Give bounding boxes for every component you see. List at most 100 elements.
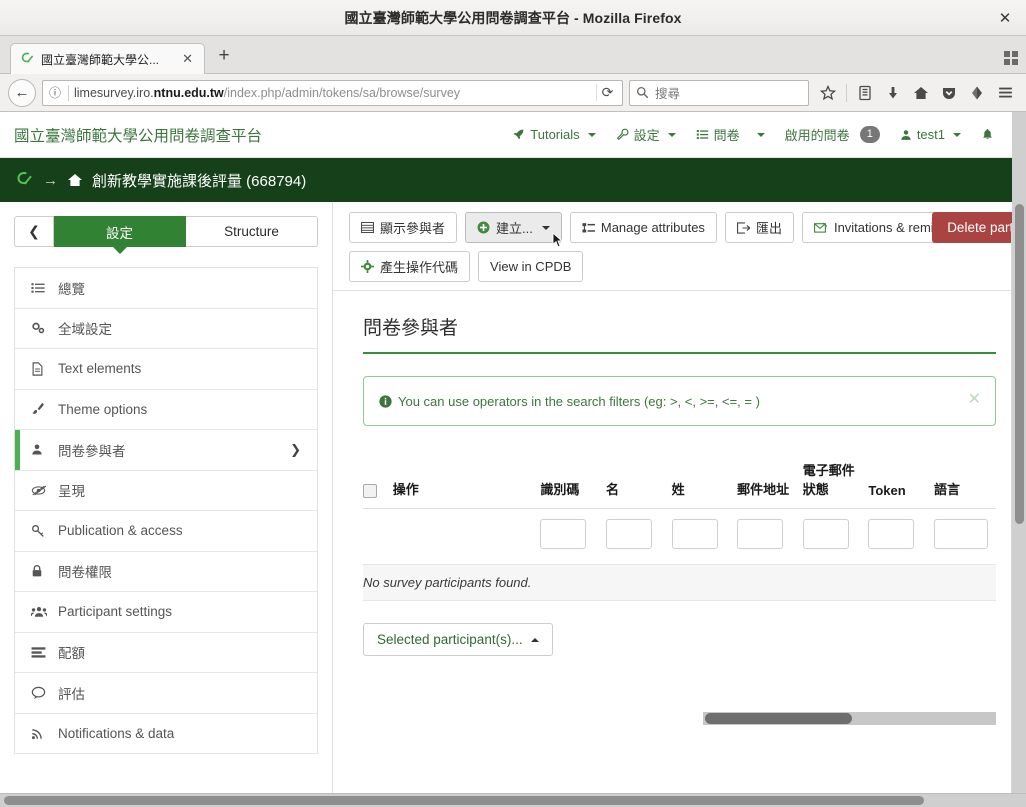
nav-item-tutorials[interactable]: Tutorials [512,127,596,142]
url-path: /index.php/admin/tokens/sa/browse/survey [223,85,461,100]
tab-list-icon[interactable] [1004,51,1018,65]
table-empty-row: No survey participants found. [363,564,996,601]
select-all-header [363,460,393,509]
column-header-email-status[interactable]: 電子郵件狀態 [802,460,869,509]
list-icon [31,281,48,295]
home-icon[interactable] [908,80,934,106]
sidebar-item-label: 全域設定 [58,322,112,338]
column-header-lastname[interactable]: 姓 [671,460,738,509]
firefox-window: 國立臺灣師範大學公用問卷調查平台 - Mozilla Firefox ✕ 國立臺… [0,0,1026,807]
tab-settings[interactable]: 設定 [54,216,186,247]
app-brand[interactable]: 國立臺灣師範大學公用問卷調查平台 [14,124,262,146]
limesurvey-logo-icon [14,170,34,190]
filter-input-lastname[interactable] [671,519,718,549]
info-icon [379,394,392,408]
table-horizontal-scrollbar[interactable] [703,712,996,725]
sidebar-item-presentation[interactable]: 呈現 [15,470,317,511]
column-header-firstname[interactable]: 名 [605,460,672,509]
chevron-down-icon [541,225,550,230]
selected-participants-button[interactable]: Selected participant(s)... [363,623,553,656]
close-icon[interactable]: ✕ [968,389,981,409]
window-close-button[interactable]: ✕ [994,7,1016,29]
sidebar-item-overview[interactable]: 總覽 [15,268,317,309]
column-header-token[interactable]: Token [868,460,934,509]
select-all-checkbox[interactable] [363,484,377,498]
sidebar-item-participant-settings[interactable]: Participant settings [15,592,317,633]
view-in-cpdb-button[interactable]: View in CPDB [478,251,584,282]
sidebar-collapse-button[interactable]: ❮ [14,216,54,247]
url-text: limesurvey.iro.ntnu.edu.tw/index.php/adm… [74,86,589,100]
reload-icon[interactable]: ⟳ [596,84,618,101]
sync-icon[interactable] [964,80,990,106]
star-icon[interactable] [815,80,841,106]
filter-input-firstname[interactable] [605,519,652,549]
new-tab-button[interactable]: + [209,41,239,71]
filter-cell-token [868,509,934,565]
empty-message: No survey participants found. [363,564,996,601]
pocket-icon[interactable] [936,80,962,106]
app-main-nav: Tutorials 設定 問卷 啟用的問卷 1 test1 [512,125,1012,144]
generate-tokens-button[interactable]: 產生操作代碼 [349,251,471,282]
gears-icon [31,321,48,335]
arrow-right-icon: → [43,171,58,189]
nav-item-surveys[interactable]: 問卷 [696,125,765,144]
bars-icon [31,646,48,659]
sidebar-item-survey-permissions[interactable]: 問卷權限 [15,551,317,592]
url-prefix: limesurvey.iro. [74,85,154,100]
manage-attributes-button[interactable]: Manage attributes [569,212,717,243]
filter-input-email[interactable] [737,519,784,549]
sidebar-item-label: Text elements [58,361,142,377]
column-header-actions[interactable]: 操作 [392,460,541,509]
filter-input-language[interactable] [933,519,988,549]
sidebar-item-survey-participants[interactable]: 問卷參與者 ❯ [15,430,317,471]
users-icon [31,605,48,618]
column-header-email[interactable]: 郵件地址 [737,460,803,509]
browser-search-bar[interactable]: 搜尋 [629,79,809,106]
nav-item-label: 問卷 [713,128,740,143]
nav-item-notifications[interactable] [981,128,994,141]
button-label: Manage attributes [600,220,705,235]
window-horizontal-scrollbar[interactable] [0,793,1026,807]
vertical-scrollbar-thumb[interactable] [1014,204,1024,524]
page-vertical-scrollbar[interactable] [1012,112,1026,793]
browser-tab[interactable]: 國立臺灣師範大學公... ✕ [10,43,205,74]
nav-item-active-surveys[interactable]: 啟用的問卷 1 [785,125,880,144]
column-header-language[interactable]: 語言 [933,460,996,509]
filter-input-email-status[interactable] [802,519,849,549]
filter-cell-firstname [605,509,672,565]
window-scrollbar-thumb[interactable] [4,796,924,805]
sidebar-item-text-elements[interactable]: Text elements [15,349,317,390]
column-header-id[interactable]: 識別碼 [540,460,606,509]
show-participants-button[interactable]: 顯示參與者 [349,212,458,243]
home-icon[interactable] [67,172,83,188]
button-label: 匯出 [755,221,782,236]
nav-item-user[interactable]: test1 [900,127,961,142]
nav-item-settings[interactable]: 設定 [616,125,676,144]
back-button[interactable]: ← [8,78,36,107]
sidebar-item-publication-access[interactable]: Publication & access [15,511,317,552]
sidebar-item-assessments[interactable]: 評估 [15,673,317,714]
create-button[interactable]: 建立... [465,212,564,248]
sidebar-item-quotas[interactable]: 配額 [15,632,317,673]
menu-icon[interactable] [992,80,1018,106]
scrollbar-thumb[interactable] [705,713,852,724]
export-button[interactable]: 匯出 [724,212,794,243]
filter-input-id[interactable] [540,519,587,549]
filter-cell-empty [363,509,393,565]
site-info-icon[interactable]: ⓘ [47,84,63,101]
library-icon[interactable] [852,80,878,106]
sidebar-item-notifications-data[interactable]: Notifications & data [15,713,317,754]
tab-close-icon[interactable]: ✕ [179,51,196,67]
rocket-icon [512,128,525,141]
tab-title: 國立臺灣師範大學公... [41,52,160,67]
key-icon [31,524,48,538]
app-body: ❮ 設定 Structure 總覽 全域設定 Text elements The… [0,202,1026,793]
sidebar-item-theme-options[interactable]: Theme options [15,389,317,430]
participants-toolbar: 顯示參與者 建立... Manage attributes 匯出 Invitat… [333,202,1026,291]
downloads-icon[interactable] [880,80,906,106]
tab-structure[interactable]: Structure [186,216,318,247]
url-bar[interactable]: ⓘ limesurvey.iro.ntnu.edu.tw/index.php/a… [42,79,623,106]
filter-input-token[interactable] [868,519,915,549]
window-titlebar: 國立臺灣師範大學公用問卷調查平台 - Mozilla Firefox ✕ [0,0,1026,36]
sidebar-item-global-settings[interactable]: 全域設定 [15,308,317,349]
